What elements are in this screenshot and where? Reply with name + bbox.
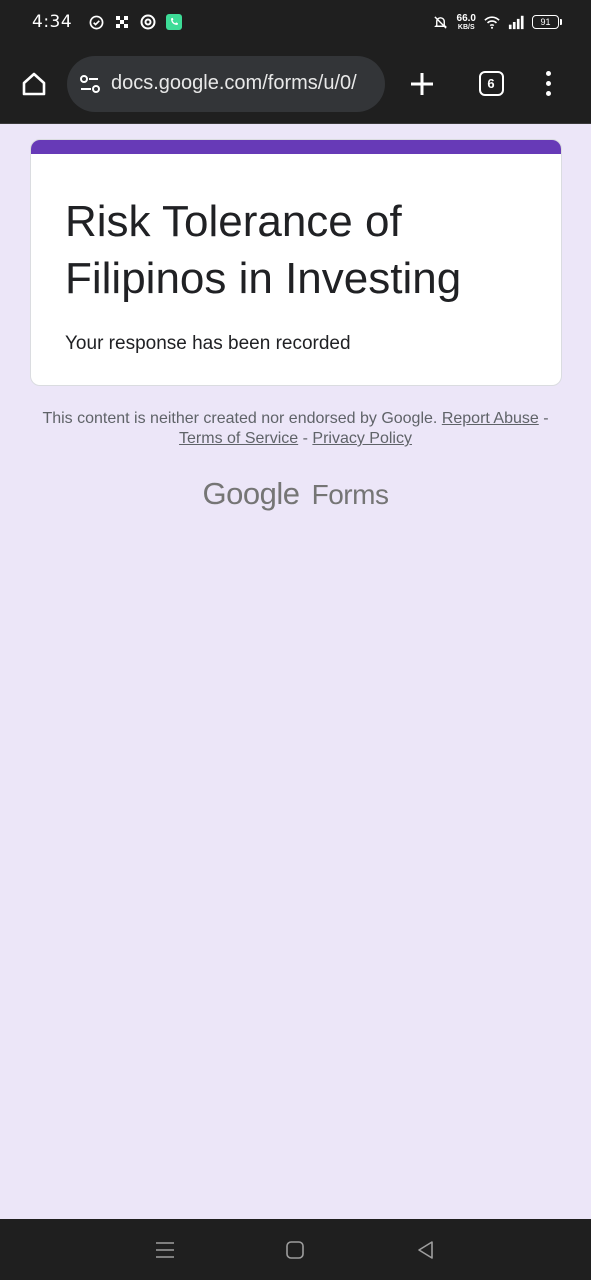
- report-abuse-link[interactable]: Report Abuse: [442, 410, 539, 427]
- confirmation-message: Your response has been recorded: [65, 333, 351, 354]
- disclaimer: This content is neither created nor endo…: [40, 409, 551, 449]
- disclaimer-text: This content is neither created nor endo…: [42, 410, 438, 427]
- brand-forms: Forms: [311, 479, 389, 510]
- terms-link[interactable]: Terms of Service: [179, 430, 298, 447]
- separator: -: [298, 430, 313, 447]
- navigation-bar: [0, 1219, 591, 1280]
- brand-google: Google: [202, 476, 300, 511]
- separator: -: [538, 410, 549, 427]
- status-bar: 4:34 66.0 KB/S 91: [0, 0, 591, 44]
- net-speed-value: 66.0: [456, 12, 476, 24]
- bell-off-icon: [433, 14, 449, 30]
- form-title: Risk Tolerance of Filipinos in Investing: [65, 197, 462, 303]
- address-bar[interactable]: docs.google.com/forms/u/0/: [67, 55, 385, 112]
- form-accent-bar: [31, 140, 561, 154]
- privacy-link[interactable]: Privacy Policy: [312, 430, 412, 447]
- phone-app-icon: [166, 14, 183, 30]
- url-text: docs.google.com/forms/u/0/: [111, 72, 357, 94]
- net-speed: 66.0 KB/S: [456, 12, 476, 31]
- tab-switcher-icon[interactable]: 6: [469, 62, 513, 106]
- home-nav-icon[interactable]: [275, 1230, 315, 1270]
- status-left: 4:34: [32, 12, 183, 32]
- back-icon[interactable]: [406, 1230, 446, 1270]
- battery-level: 91: [540, 17, 551, 27]
- net-speed-unit: KB/S: [457, 23, 475, 31]
- tab-count: 6: [478, 71, 504, 96]
- swirl-app-icon: [140, 14, 156, 30]
- signal-icon: [508, 14, 524, 30]
- recents-icon[interactable]: [145, 1230, 185, 1270]
- browser-toolbar: docs.google.com/forms/u/0/ 6: [0, 44, 591, 124]
- check-circle-icon: [88, 14, 104, 30]
- wifi-icon: [484, 14, 500, 30]
- home-icon[interactable]: [12, 62, 56, 106]
- form-card: Risk Tolerance of Filipinos in Investing…: [30, 139, 562, 386]
- battery-icon: 91: [532, 15, 562, 29]
- status-time: 4:34: [32, 12, 73, 32]
- site-settings-icon[interactable]: [77, 71, 103, 97]
- menu-icon[interactable]: [533, 62, 563, 106]
- grid-app-icon: [114, 14, 130, 30]
- status-right: 66.0 KB/S 91: [433, 12, 562, 31]
- google-forms-logo[interactable]: Google Forms: [0, 476, 591, 512]
- new-tab-icon[interactable]: [400, 62, 444, 106]
